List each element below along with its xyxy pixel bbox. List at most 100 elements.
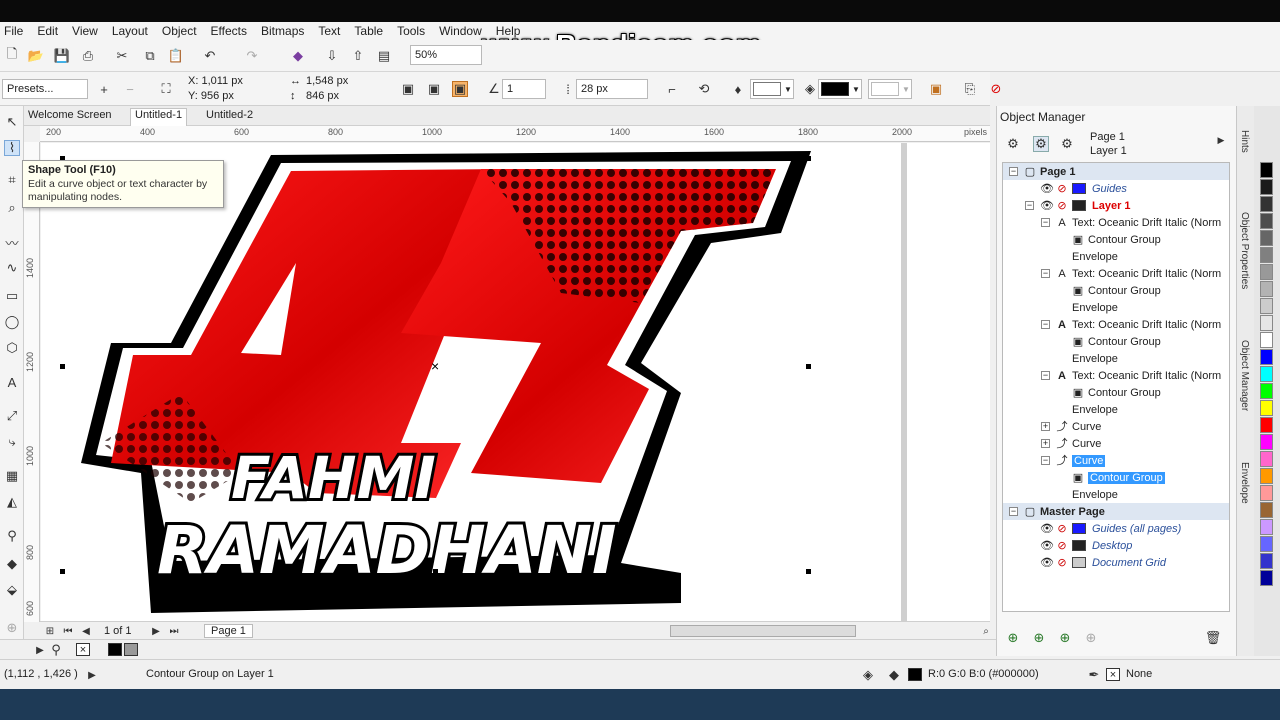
page-1-tab[interactable]: Page 1 bbox=[204, 624, 253, 638]
export-icon[interactable]: ⇧ bbox=[350, 48, 366, 64]
palette-swatch[interactable] bbox=[1260, 485, 1273, 501]
undo-icon[interactable]: ↶ bbox=[202, 48, 218, 64]
tree-row[interactable]: Envelope bbox=[1057, 486, 1229, 503]
visibility-eye-icon[interactable]: 👁 bbox=[1040, 557, 1054, 569]
paste-icon[interactable]: 📋 bbox=[168, 48, 184, 64]
interactive-fill-icon[interactable]: ◆ bbox=[4, 556, 20, 572]
tree-row[interactable]: ▣ Contour Group bbox=[1057, 282, 1229, 299]
collapse-icon[interactable]: − bbox=[1041, 269, 1050, 278]
redo-icon[interactable]: ↷ bbox=[244, 48, 260, 64]
toolbox-customize-icon[interactable]: ⊕ bbox=[4, 620, 20, 636]
tree-row[interactable]: Envelope bbox=[1057, 248, 1229, 265]
fill-color-swatch[interactable] bbox=[908, 668, 922, 681]
tree-row[interactable]: ▣ Contour Group bbox=[1057, 333, 1229, 350]
menu-layout[interactable]: Layout bbox=[112, 24, 148, 38]
palette-swatch[interactable] bbox=[1260, 162, 1273, 178]
palette-swatch[interactable] bbox=[1260, 196, 1273, 212]
print-toggle-icon[interactable]: ⊘ bbox=[1056, 557, 1068, 569]
color-blend-icon[interactable]: ⟲ bbox=[696, 81, 712, 97]
tree-row[interactable]: 👁 ⊘ Desktop bbox=[1025, 537, 1229, 554]
corner-mitered-icon[interactable]: ⌐ bbox=[664, 81, 680, 97]
palette-swatch[interactable] bbox=[1260, 315, 1273, 331]
tree-row[interactable]: + ⤴ Curve bbox=[1041, 418, 1229, 435]
layer-manager-view-icon[interactable]: ⚙ bbox=[1059, 136, 1075, 152]
palette-swatch[interactable] bbox=[1260, 519, 1273, 535]
transparency-tool-icon[interactable]: ◭ bbox=[4, 494, 20, 510]
object-tree[interactable]: − ▢ Page 1 👁 ⊘ Guides − 👁 ⊘ Layer 1− A Text: Oceani… bbox=[1002, 162, 1230, 612]
first-page-icon[interactable]: ⏮ bbox=[60, 623, 76, 639]
menu-file[interactable]: File bbox=[4, 24, 23, 38]
text-tool-icon[interactable]: A bbox=[4, 374, 20, 390]
visibility-eye-icon[interactable]: 👁 bbox=[1040, 540, 1054, 552]
tab-untitled-1[interactable]: Untitled-1 bbox=[130, 108, 188, 126]
palette-swatch[interactable] bbox=[1260, 213, 1273, 229]
fill-color-icon[interactable]: ◈ bbox=[802, 81, 818, 97]
horizontal-ruler[interactable]: 200 400 600 800 1000 1200 1400 1600 1800… bbox=[40, 126, 990, 142]
layer-color-swatch[interactable] bbox=[1072, 540, 1086, 551]
new-master-layer-all-icon[interactable]: ⊕ bbox=[1057, 630, 1073, 646]
menu-tools[interactable]: Tools bbox=[397, 24, 425, 38]
new-layer-icon[interactable]: ⊕ bbox=[1005, 630, 1021, 646]
palette-swatch[interactable] bbox=[1260, 179, 1273, 195]
docker-menu-icon[interactable]: ▶ bbox=[1213, 132, 1229, 148]
add-page-icon[interactable]: ⊞ bbox=[42, 623, 58, 639]
fill-color-secondary-picker[interactable]: ▼ bbox=[868, 79, 912, 99]
contour-center-icon[interactable]: ▣ bbox=[400, 81, 416, 97]
layer-color-swatch[interactable] bbox=[1072, 523, 1086, 534]
palette-swatch[interactable] bbox=[1260, 536, 1273, 552]
print-toggle-icon[interactable]: ⊘ bbox=[1056, 523, 1068, 535]
last-page-icon[interactable]: ⏭ bbox=[166, 623, 182, 639]
tree-row[interactable]: ▣ Contour Group bbox=[1057, 384, 1229, 401]
palette-swatch[interactable] bbox=[1260, 400, 1273, 416]
zoom-level-field[interactable]: 50% bbox=[410, 45, 482, 65]
publish-pdf-icon[interactable]: ▤ bbox=[376, 48, 392, 64]
gray-color-swatch[interactable] bbox=[124, 643, 138, 656]
layer-color-swatch[interactable] bbox=[1072, 200, 1086, 211]
palette-swatch[interactable] bbox=[1260, 502, 1273, 518]
new-master-layer-icon[interactable]: ⊕ bbox=[1031, 630, 1047, 646]
palette-swatch[interactable] bbox=[1260, 451, 1273, 467]
tree-row[interactable]: − A Text: Oceanic Drift Italic (Norm bbox=[1041, 367, 1229, 384]
tab-hints[interactable]: Hints bbox=[1239, 130, 1250, 153]
tree-row[interactable]: Envelope bbox=[1057, 350, 1229, 367]
contour-offset-field[interactable]: 28 px bbox=[576, 79, 648, 99]
vertical-ruler[interactable]: 1400 1200 1000 800 600 bbox=[24, 142, 40, 622]
tab-welcome-screen[interactable]: Welcome Screen bbox=[24, 109, 116, 121]
tree-row[interactable]: Envelope bbox=[1057, 401, 1229, 418]
collapse-icon[interactable]: − bbox=[1041, 371, 1050, 380]
cut-icon[interactable]: ✂ bbox=[114, 48, 130, 64]
contour-outside-icon[interactable]: ▣ bbox=[452, 81, 468, 97]
layer-color-swatch[interactable] bbox=[1072, 183, 1086, 194]
freehand-tool-icon[interactable]: 〰 bbox=[4, 234, 20, 251]
menu-object[interactable]: Object bbox=[162, 24, 197, 38]
clear-contour-icon[interactable]: ⊘ bbox=[988, 81, 1004, 97]
tree-row[interactable]: − A Text: Oceanic Drift Italic (Norm bbox=[1041, 316, 1229, 333]
tree-row[interactable]: − 👁 ⊘ Layer 1 bbox=[1025, 197, 1229, 214]
tree-row[interactable]: − A Text: Oceanic Drift Italic (Norm bbox=[1041, 265, 1229, 282]
race-number-artwork[interactable]: FAHMI RAMADHANI × bbox=[41, 143, 990, 621]
menu-edit[interactable]: Edit bbox=[37, 24, 58, 38]
tree-row[interactable]: − A Text: Oceanic Drift Italic (Norm bbox=[1041, 214, 1229, 231]
palette-swatch[interactable] bbox=[1260, 434, 1273, 450]
zoom-tool-icon[interactable]: ⌕ bbox=[4, 200, 20, 216]
print-toggle-icon[interactable]: ⊘ bbox=[1056, 183, 1068, 195]
crop-tool-icon[interactable]: ⌗ bbox=[4, 172, 20, 188]
palette-swatch[interactable] bbox=[1260, 281, 1273, 297]
y-position-field[interactable]: Y: 956 px bbox=[188, 90, 234, 102]
tree-row[interactable]: Envelope bbox=[1057, 299, 1229, 316]
eyedropper-tool-icon[interactable]: ⚲ bbox=[4, 528, 20, 544]
outline-color-icon[interactable]: ♦ bbox=[730, 81, 746, 97]
fill-color-picker[interactable]: ▼ bbox=[818, 79, 862, 99]
height-field[interactable]: 846 px bbox=[306, 90, 339, 102]
tree-row[interactable]: ▣ Contour Group bbox=[1057, 469, 1229, 486]
palette-swatch[interactable] bbox=[1260, 553, 1273, 569]
zoom-navigator-icon[interactable]: ⌕ bbox=[978, 623, 994, 639]
collapse-icon[interactable]: − bbox=[1041, 218, 1050, 227]
expand-icon[interactable]: + bbox=[1041, 439, 1050, 448]
menu-effects[interactable]: Effects bbox=[211, 24, 247, 38]
tree-row[interactable]: ▣ Contour Group bbox=[1057, 231, 1229, 248]
copy-contour-icon[interactable]: ⎘ bbox=[962, 81, 978, 97]
delete-icon[interactable]: 🗑 bbox=[1205, 630, 1222, 646]
search-content-icon[interactable]: ◆ bbox=[290, 48, 306, 64]
copy-icon[interactable]: ⧉ bbox=[142, 48, 158, 64]
